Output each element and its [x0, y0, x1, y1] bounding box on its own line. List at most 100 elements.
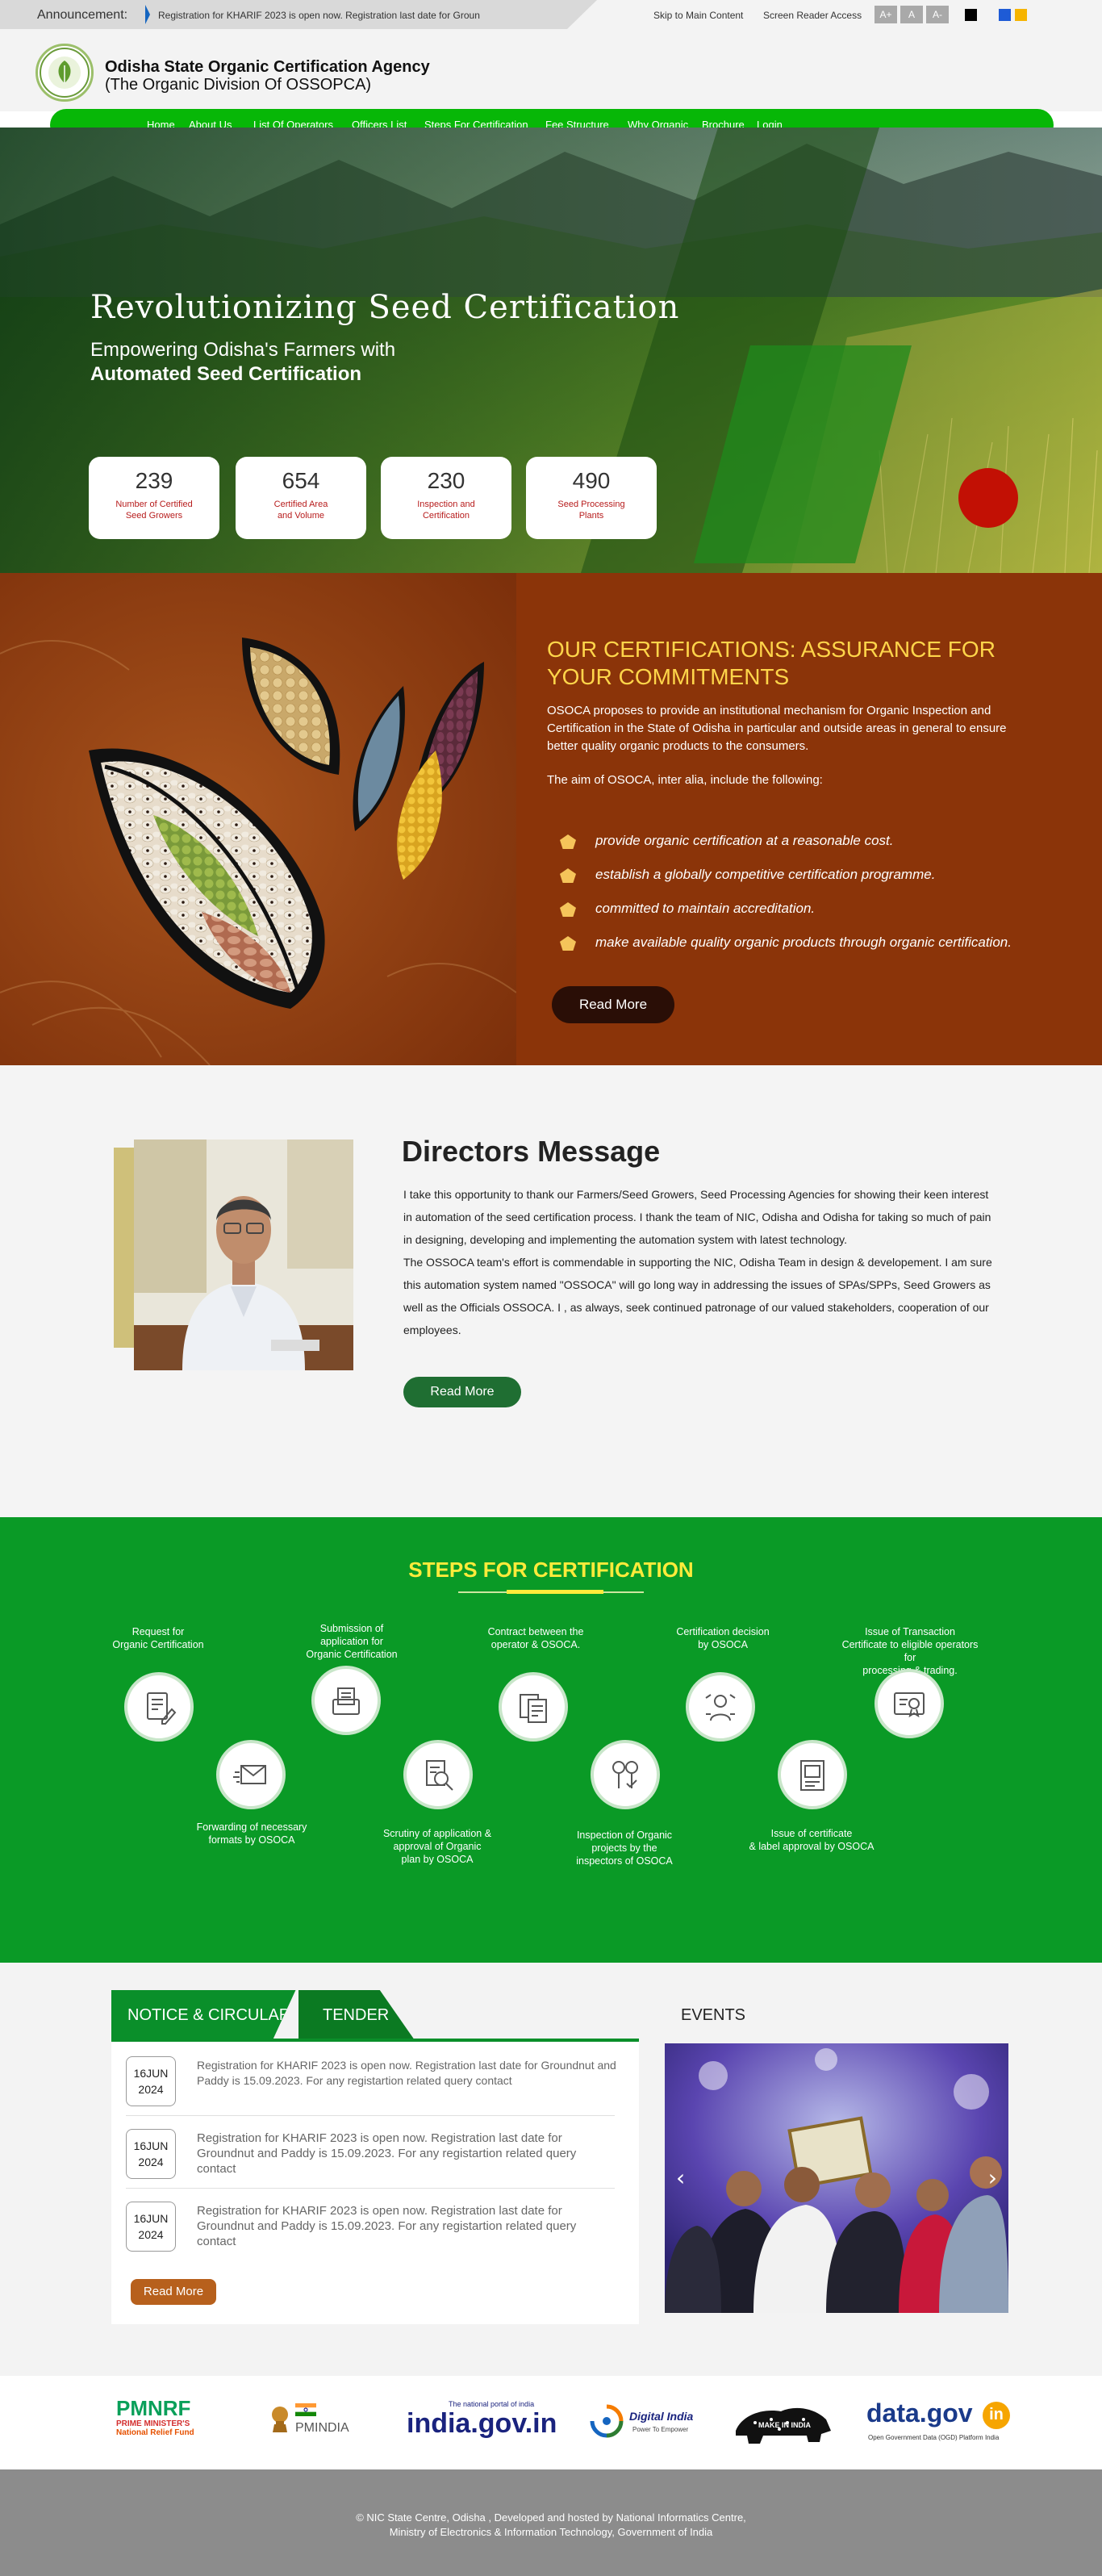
transaction-certificate-icon — [894, 1692, 925, 1718]
notice-date-year: 2024 — [138, 2228, 164, 2241]
carousel-prev-arrow-icon[interactable]: ‹ — [676, 2164, 685, 2191]
step-label: Forwarding of necessary formats by OSOCA — [196, 1821, 307, 1846]
notice-text[interactable]: Registration for KHARIF 2023 is open now… — [197, 2203, 616, 2249]
pmnrf-logo[interactable]: PMNRF PRIME MINISTER'S National Relief F… — [116, 2397, 213, 2437]
certification-aim-text: make available quality organic products … — [595, 935, 1012, 950]
india-gov-tagline: The national portal of india — [449, 2400, 535, 2408]
tab-tender[interactable]: TENDER — [298, 1990, 415, 2040]
notices-events-section: NOTICE & CIRCULARS TENDER 16JUN 2024 Regi… — [0, 1963, 1102, 2376]
footer-credit-line1: © NIC State Centre, Odisha , Developed a… — [356, 2511, 746, 2524]
india-gov-logo[interactable]: The national portal of india india.gov.i… — [407, 2400, 557, 2445]
certifications-title-line1: OUR CERTIFICATIONS: ASSURANCE FOR — [547, 637, 996, 662]
stat-label: Seed Growers — [125, 511, 183, 521]
pmnrf-line2: National Relief Fund — [116, 2428, 194, 2437]
pmnrf-title: PMNRF — [116, 2396, 191, 2420]
step-label: Certification decision by OSOCA — [676, 1626, 770, 1650]
font-decrease-button[interactable]: A- — [926, 6, 949, 23]
data-gov-in-badge: in — [983, 2402, 1010, 2429]
hero-subtitle-line2: Automated Seed Certification — [90, 363, 362, 385]
digital-india-text: Digital India — [629, 2410, 694, 2423]
stat-card: 239 Number of Certified Seed Growers — [89, 457, 219, 539]
stat-label: Certification — [422, 511, 470, 521]
step-label: Contract between the operator & OSOCA. — [487, 1626, 584, 1650]
pmindia-text: PMINDIA — [295, 2421, 349, 2435]
slider-indicator-dot[interactable] — [958, 468, 1018, 528]
theme-blue-button[interactable] — [999, 9, 1011, 21]
notice-date-year: 2024 — [138, 2156, 164, 2168]
carousel-next-arrow-icon[interactable]: › — [988, 2164, 997, 2191]
notice-panel: 16JUN 2024 Registration for KHARIF 2023 i… — [111, 2039, 639, 2324]
certification-aim-text: establish a globally competitive certifi… — [595, 867, 936, 882]
stat-label: and Volume — [277, 511, 325, 521]
theme-black-button[interactable] — [965, 9, 977, 21]
stat-card: 230 Inspection and Certification — [381, 457, 511, 539]
make-in-india-logo[interactable]: MAKE IN INDIA — [731, 2398, 836, 2447]
emblem-icon — [272, 2407, 288, 2432]
notice-date-year: 2024 — [138, 2083, 164, 2096]
notice-item[interactable]: 16JUN 2024 Registration for KHARIF 2023 i… — [126, 2119, 615, 2189]
seed-leaves-illustration — [0, 573, 516, 1065]
directors-read-more-button[interactable]: Read More — [403, 1377, 521, 1407]
certification-aim-text: committed to maintain accreditation. — [595, 901, 816, 916]
certifications-aim: The aim of OSOCA, inter alia, include th… — [547, 773, 823, 787]
step-circle — [124, 1672, 194, 1742]
certifications-read-more-button[interactable]: Read More — [552, 986, 674, 1023]
font-normal-button[interactable]: A — [900, 6, 923, 23]
announcement-label: Announcement: — [37, 8, 128, 22]
director-photo — [134, 1140, 353, 1370]
certifications-title-line2: YOUR COMMITMENTS — [547, 664, 790, 689]
step-circle — [499, 1672, 568, 1742]
certifications-title: OUR CERTIFICATIONS: ASSURANCE FOR YOUR C… — [547, 636, 999, 691]
step-label: Scrutiny of application & approval of Or… — [382, 1828, 492, 1865]
notice-item[interactable]: 16JUN 2024 Registration for KHARIF 2023 i… — [126, 2192, 615, 2261]
osoca-logo[interactable] — [35, 44, 94, 102]
tab-tender-label: TENDER — [323, 2006, 390, 2024]
notice-date-day: 16JUN — [133, 2139, 169, 2152]
stat-label: Inspection and — [417, 500, 475, 509]
events-carousel: ‹ › — [665, 2043, 1008, 2313]
data-gov-tagline: Open Government Data (OGD) Platform Indi… — [868, 2434, 1000, 2441]
notice-date-badge: 16JUN 2024 — [126, 2202, 176, 2252]
footer-credit-line2: Ministry of Electronics & Information Te… — [389, 2526, 713, 2538]
digital-india-logo[interactable]: Digital India Power To Empower — [589, 2400, 694, 2445]
screen-reader-link[interactable]: Screen Reader Access — [763, 10, 862, 21]
directors-message-title: Directors Message — [402, 1135, 661, 1168]
india-gov-text: india.gov.in — [407, 2408, 557, 2439]
form-icon — [147, 1692, 177, 1725]
inspection-icon — [612, 1761, 638, 1788]
certification-aim-item: make available quality organic products … — [560, 935, 1012, 951]
notice-text[interactable]: Registration for KHARIF 2023 is open now… — [197, 2058, 616, 2089]
pentagon-bullet-icon — [560, 868, 576, 883]
skip-to-main-link[interactable]: Skip to Main Content — [653, 10, 743, 21]
site-header: Odisha State Organic Certification Agenc… — [0, 31, 1102, 111]
events-title: EVENTS — [681, 2006, 746, 2024]
certifications-section: OUR CERTIFICATIONS: ASSURANCE FOR YOUR C… — [0, 573, 1102, 1065]
stat-value: 490 — [572, 468, 611, 493]
font-increase-button[interactable]: A+ — [875, 6, 897, 23]
announcement-ticker[interactable]: Registration for KHARIF 2023 is open now… — [158, 10, 480, 21]
hero-subtitle-line1: Empowering Odisha's Farmers with — [90, 339, 396, 361]
contract-icon — [520, 1694, 547, 1723]
directors-message-body: I take this opportunity to thank our Far… — [403, 1183, 996, 1341]
theme-yellow-button[interactable] — [1015, 9, 1027, 21]
notice-item[interactable]: 16JUN 2024 Registration for KHARIF 2023 i… — [126, 2047, 616, 2116]
tab-notice-circulars[interactable]: NOTICE & CIRCULARS — [111, 1990, 302, 2040]
decision-icon — [705, 1694, 736, 1721]
certificate-label-icon — [800, 1760, 824, 1791]
data-gov-logo[interactable]: data.gov in Open Government Data (OGD) P… — [866, 2398, 1020, 2447]
directors-message-section: Directors Message I take this opportunit… — [0, 1065, 1102, 1517]
certification-aim-item: establish a globally competitive certifi… — [560, 867, 1012, 883]
pmindia-logo[interactable]: PMINDIA — [266, 2398, 371, 2447]
stat-label: Number of Certified — [115, 500, 193, 509]
scrutiny-icon — [426, 1760, 453, 1791]
digital-india-tagline: Power To Empower — [632, 2426, 689, 2433]
hero-title: Revolutionizing Seed Certification — [90, 289, 680, 326]
step-circle — [591, 1740, 660, 1809]
pentagon-bullet-icon — [560, 834, 576, 849]
application-icon — [332, 1687, 360, 1715]
notice-text[interactable]: Registration for KHARIF 2023 is open now… — [197, 2131, 616, 2177]
partner-logos-strip: PMNRF PRIME MINISTER'S National Relief F… — [0, 2376, 1102, 2469]
tab-notice-label: NOTICE & CIRCULARS — [127, 2006, 302, 2024]
stat-card: 490 Seed Processing Plants — [526, 457, 657, 539]
notices-read-more-button[interactable]: Read More — [131, 2279, 216, 2305]
